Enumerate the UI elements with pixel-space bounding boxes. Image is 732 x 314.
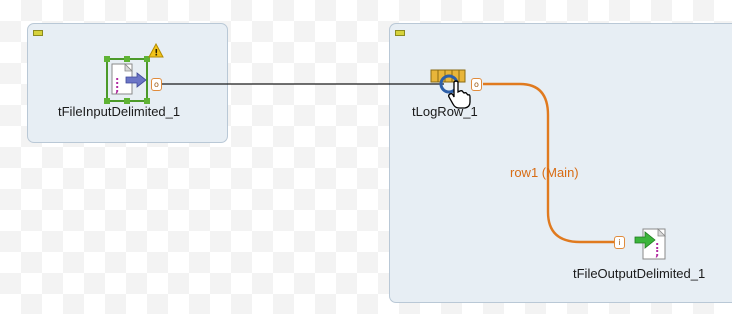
tfileoutputdelimited-label: tFileOutputDelimited_1 [573, 266, 706, 281]
tlogrow-label: tLogRow_1 [412, 104, 478, 119]
svg-text:;: ; [115, 82, 119, 95]
tfileinputdelimited-component[interactable]: : ; [104, 55, 150, 105]
row1-main-connection[interactable] [483, 82, 615, 244]
row1-main-connection-label[interactable]: row1 (Main) [510, 165, 579, 180]
job-designer-canvas[interactable]: { "canvas": { "subjobs": [ { "component_… [0, 0, 732, 314]
file-input-component-icon: : ; [104, 56, 150, 104]
input-port-connector[interactable]: i [614, 236, 625, 249]
file-output-component-icon: : ; [634, 228, 666, 260]
tfileoutputdelimited-component[interactable]: : ; [633, 225, 669, 263]
output-port-connector[interactable]: o [151, 78, 162, 91]
warning-icon[interactable]: ! [148, 42, 164, 59]
svg-text:!: ! [154, 49, 158, 59]
tfileinputdelimited-label: tFileInputDelimited_1 [58, 104, 181, 119]
output-port-connector[interactable]: o [471, 78, 482, 91]
svg-text:;: ; [655, 246, 659, 259]
